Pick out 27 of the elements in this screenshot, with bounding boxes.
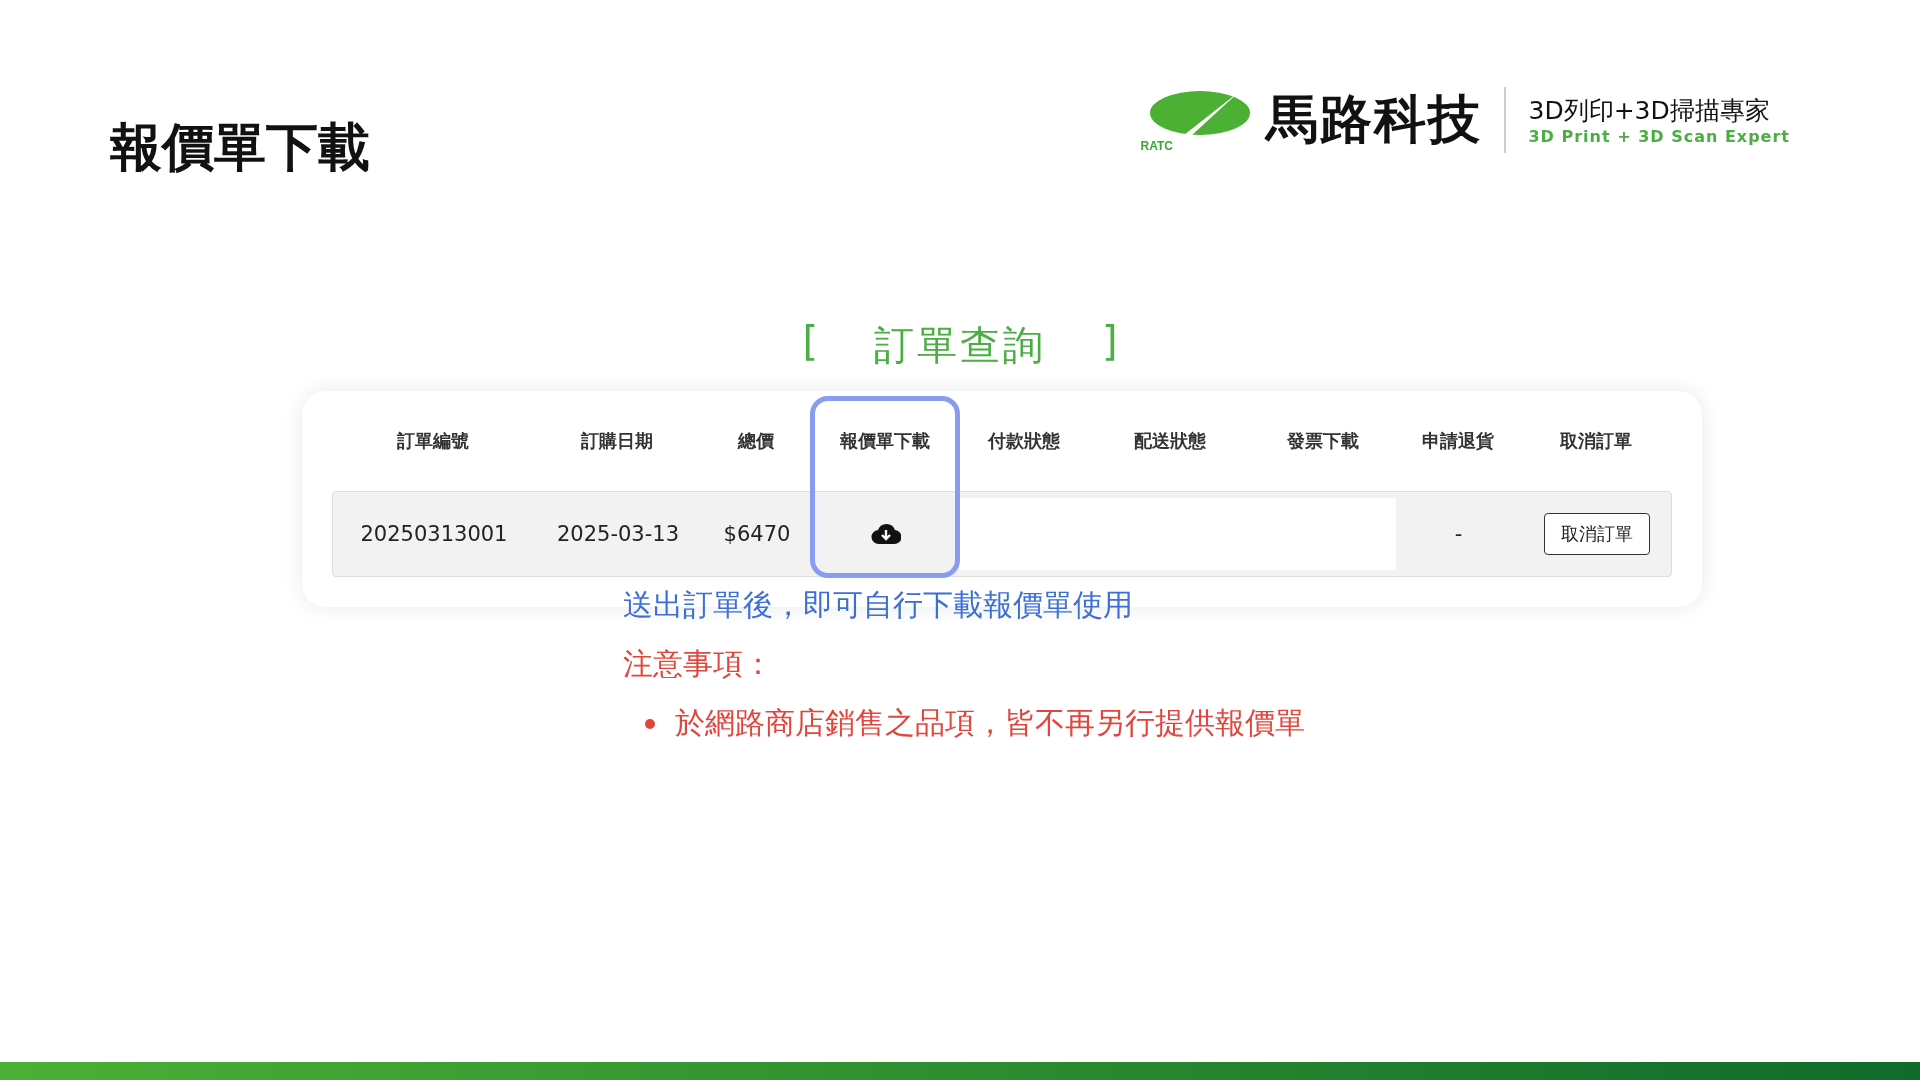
bracket: [ <box>802 318 818 366</box>
company-name: 馬路科技 <box>1266 88 1483 151</box>
column-header: 付款狀態 <box>988 429 1060 453</box>
tagline-english: 3D Print + 3D Scan Expert <box>1528 127 1790 146</box>
table-cell: 2025-03-13 <box>556 522 679 546</box>
note-text: 送出訂單後，即可自行下載報價單使用 <box>623 586 1134 624</box>
cancel-order-button[interactable]: 取消訂單 <box>1544 513 1650 555</box>
table-cell: $6470 <box>723 522 791 546</box>
logo-mark-text: RATC <box>1140 139 1173 153</box>
table-cell: 20250313001 <box>360 522 508 546</box>
caution-heading: 注意事項： <box>623 645 774 683</box>
cloud-download-icon[interactable] <box>871 522 901 546</box>
bullet-icon <box>645 718 655 729</box>
column-header: 申請退貨 <box>1421 429 1494 453</box>
column-header: 訂單編號 <box>397 429 469 453</box>
bracket: ] <box>1102 318 1118 366</box>
column-header: 取消訂單 <box>1560 429 1632 453</box>
column-header: 訂購日期 <box>581 429 653 453</box>
column-header: 總價 <box>738 429 774 453</box>
section-title: 訂單查詢 <box>874 321 1046 370</box>
slide-title: 報價單下載 <box>110 116 370 179</box>
table-cell: - <box>1454 522 1463 546</box>
column-header: 發票下載 <box>1286 429 1359 453</box>
caution-item: 於網路商店銷售之品項，皆不再另行提供報價單 <box>675 704 1305 742</box>
column-header: 配送狀態 <box>1134 429 1206 453</box>
column-header: 報價單下載 <box>840 429 930 453</box>
tagline: 3D列印+3D掃描專家 <box>1528 95 1771 127</box>
